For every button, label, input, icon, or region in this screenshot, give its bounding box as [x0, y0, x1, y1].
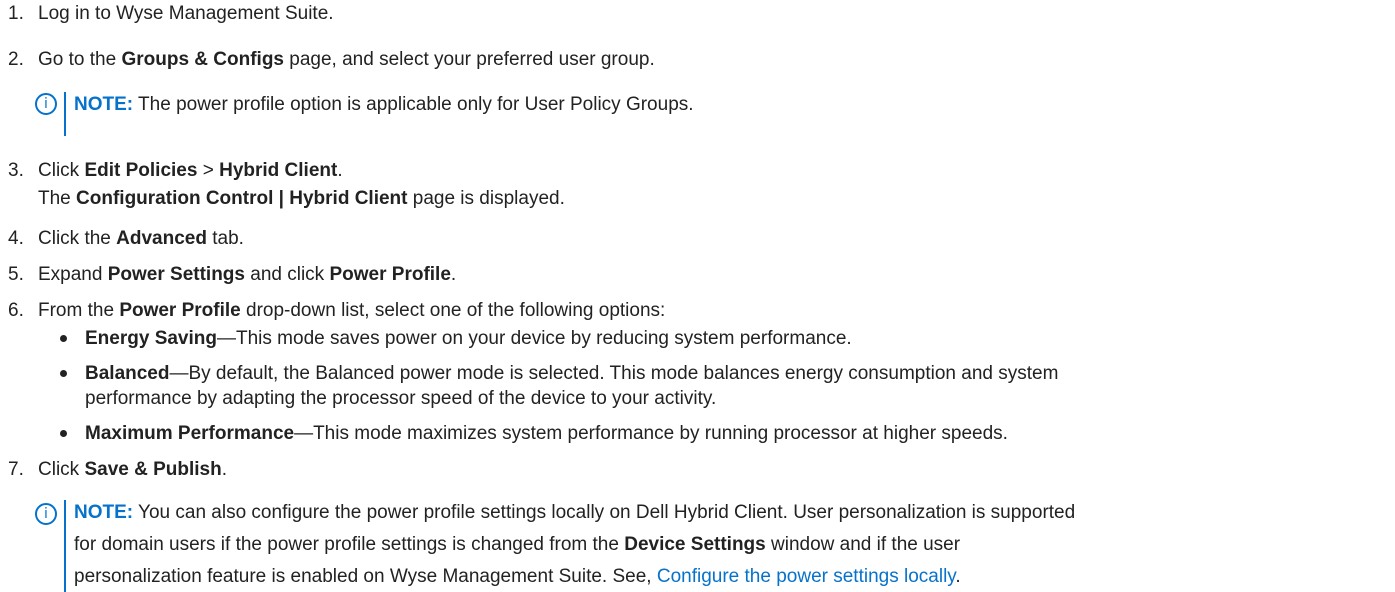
text-segment: Expand — [38, 264, 108, 285]
text-segment: Click the — [38, 228, 117, 249]
ui-term: Power Profile — [329, 264, 451, 285]
text-segment: > — [197, 160, 220, 181]
step-text: Expand Power Settings and click Power Pr… — [38, 262, 456, 287]
note-divider — [64, 92, 66, 136]
step-result-text: The Configuration Control | Hybrid Clien… — [38, 186, 565, 211]
note-text-line-3: personalization feature is enabled on Wy… — [74, 564, 961, 590]
note-text: NOTE: The power profile option is applic… — [74, 92, 694, 118]
option-description: —This mode saves power on your device by… — [217, 328, 852, 349]
text-segment: and click — [244, 264, 330, 285]
note-text-line-2: for domain users if the power profile se… — [74, 532, 960, 558]
option-description: —This mode maximizes system performance … — [294, 423, 1008, 444]
text-segment: From the — [38, 300, 120, 321]
text-segment: . — [450, 264, 457, 285]
step-text: Click Edit Policies > Hybrid Client. — [38, 158, 343, 183]
bullet-icon — [60, 430, 67, 437]
note-text-line-1: NOTE: You can also configure the power p… — [74, 500, 1075, 526]
option-description: —By default, the Balanced power mode is … — [169, 363, 1059, 384]
step-number: 3. — [8, 160, 24, 181]
option-description-continued: performance by adapting the processor sp… — [85, 388, 717, 409]
ui-term: Power Settings — [107, 264, 245, 285]
text-segment: personalization feature is enabled on Wy… — [74, 566, 657, 587]
note-divider — [64, 500, 66, 592]
text-segment: . — [337, 160, 343, 181]
text-segment: window and if the user — [765, 534, 961, 555]
step-text: Click the Advanced tab. — [38, 226, 244, 251]
ui-term: Device Settings — [624, 534, 766, 555]
step-text: From the Power Profile drop-down list, s… — [38, 298, 665, 323]
text-segment: drop-down list, select one of the follow… — [240, 300, 666, 321]
step-number: 1. — [8, 3, 24, 24]
text-segment: Go to the — [38, 49, 122, 70]
step-text: Log in to Wyse Management Suite. — [38, 3, 334, 24]
step-text: Go to the Groups & Configs page, and sel… — [38, 47, 655, 72]
option-name: Energy Saving — [85, 328, 217, 349]
step-number: 7. — [8, 459, 24, 480]
text-segment: The power profile option is applicable o… — [133, 94, 694, 115]
text-segment: Click — [38, 459, 85, 480]
bullet-icon — [60, 335, 67, 342]
text-segment: The — [38, 188, 77, 209]
ui-term: Save & Publish — [84, 459, 222, 480]
text-segment: page is displayed. — [407, 188, 565, 209]
info-icon: i — [35, 93, 57, 115]
step-number: 4. — [8, 228, 24, 249]
ui-term: Hybrid Client — [219, 160, 338, 181]
note-label: NOTE: — [74, 502, 134, 523]
option-text: Maximum Performance—This mode maximizes … — [85, 421, 1008, 446]
text-segment: for domain users if the power profile se… — [74, 534, 625, 555]
step-number: 2. — [8, 49, 24, 70]
text-segment: Click — [38, 160, 85, 181]
text-segment: . — [221, 459, 228, 480]
ui-term: Configuration Control | Hybrid Client — [76, 188, 408, 209]
note-label: NOTE: — [74, 94, 134, 115]
step-number: 6. — [8, 300, 24, 321]
configure-power-settings-link[interactable]: Configure the power settings locally — [657, 566, 956, 587]
info-icon: i — [35, 503, 57, 525]
option-text: Balanced—By default, the Balanced power … — [85, 361, 1058, 386]
text-segment: page, and select your preferred user gro… — [284, 49, 655, 70]
ui-term: Edit Policies — [84, 160, 198, 181]
ui-term: Power Profile — [119, 300, 241, 321]
option-name: Balanced — [85, 363, 170, 384]
option-name: Maximum Performance — [85, 423, 295, 444]
text-segment: . — [955, 566, 961, 587]
step-number: 5. — [8, 264, 24, 285]
ui-term: Advanced — [116, 228, 207, 249]
option-text: Energy Saving—This mode saves power on y… — [85, 326, 852, 351]
text-segment: You can also configure the power profile… — [133, 502, 1076, 523]
text-segment: tab. — [206, 228, 244, 249]
ui-term: Groups & Configs — [121, 49, 285, 70]
bullet-icon — [60, 370, 67, 377]
step-text: Click Save & Publish. — [38, 457, 227, 482]
